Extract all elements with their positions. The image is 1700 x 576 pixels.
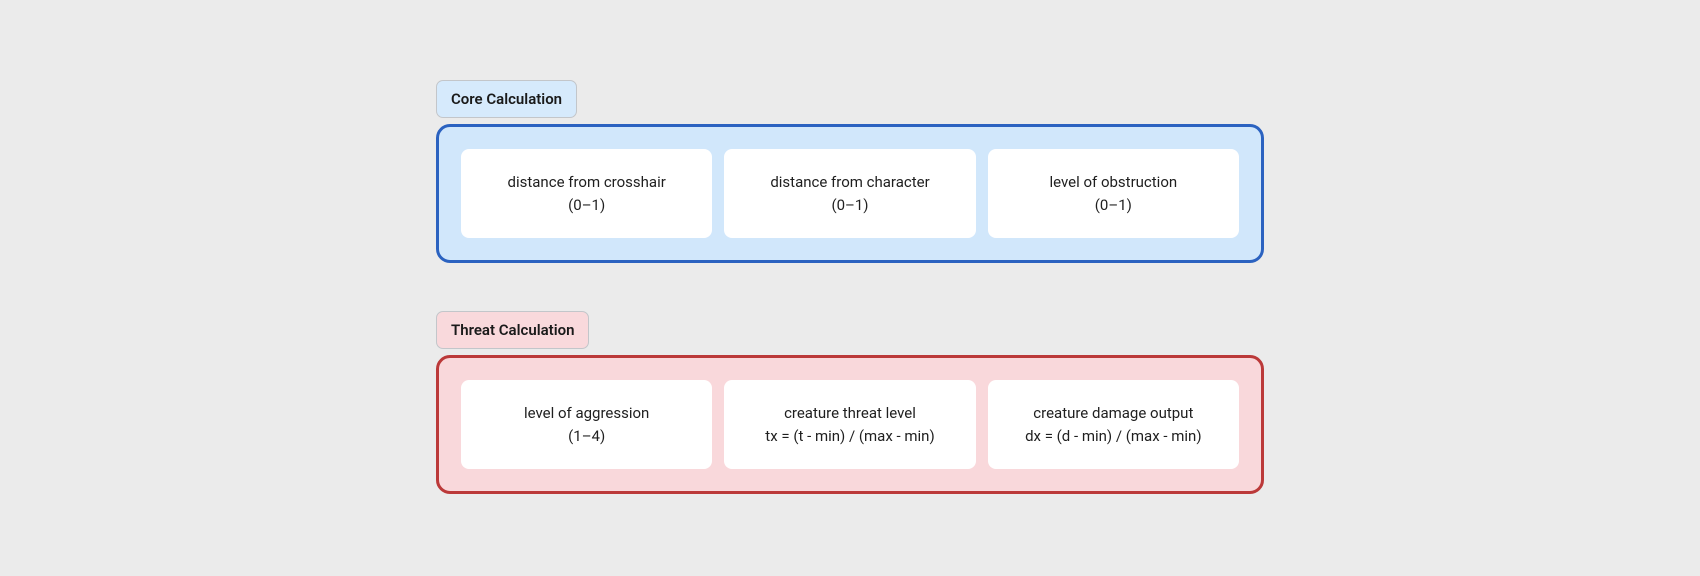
- item-detail: (1–4): [473, 425, 700, 448]
- item-card: level of obstruction (0–1): [988, 149, 1239, 238]
- item-title: distance from crosshair: [473, 171, 700, 194]
- item-detail: dx = (d - min) / (max - min): [1000, 425, 1227, 448]
- item-detail: (0–1): [736, 194, 963, 217]
- item-title: creature damage output: [1000, 402, 1227, 425]
- item-detail: tx = (t - min) / (max - min): [736, 425, 963, 448]
- item-card: creature threat level tx = (t - min) / (…: [724, 380, 975, 469]
- threat-calculation-box: level of aggression (1–4) creature threa…: [436, 355, 1264, 494]
- item-title: level of obstruction: [1000, 171, 1227, 194]
- item-detail: (0–1): [473, 194, 700, 217]
- item-card: creature damage output dx = (d - min) / …: [988, 380, 1239, 469]
- core-calculation-box: distance from crosshair (0–1) distance f…: [436, 124, 1264, 263]
- threat-calculation-section: Threat Calculation level of aggression (…: [436, 311, 1264, 494]
- item-title: distance from character: [736, 171, 963, 194]
- item-card: distance from character (0–1): [724, 149, 975, 238]
- core-calculation-section: Core Calculation distance from crosshair…: [436, 80, 1264, 263]
- item-card: distance from crosshair (0–1): [461, 149, 712, 238]
- threat-calculation-label: Threat Calculation: [436, 311, 589, 349]
- item-title: level of aggression: [473, 402, 700, 425]
- item-card: level of aggression (1–4): [461, 380, 712, 469]
- core-calculation-label: Core Calculation: [436, 80, 577, 118]
- item-title: creature threat level: [736, 402, 963, 425]
- item-detail: (0–1): [1000, 194, 1227, 217]
